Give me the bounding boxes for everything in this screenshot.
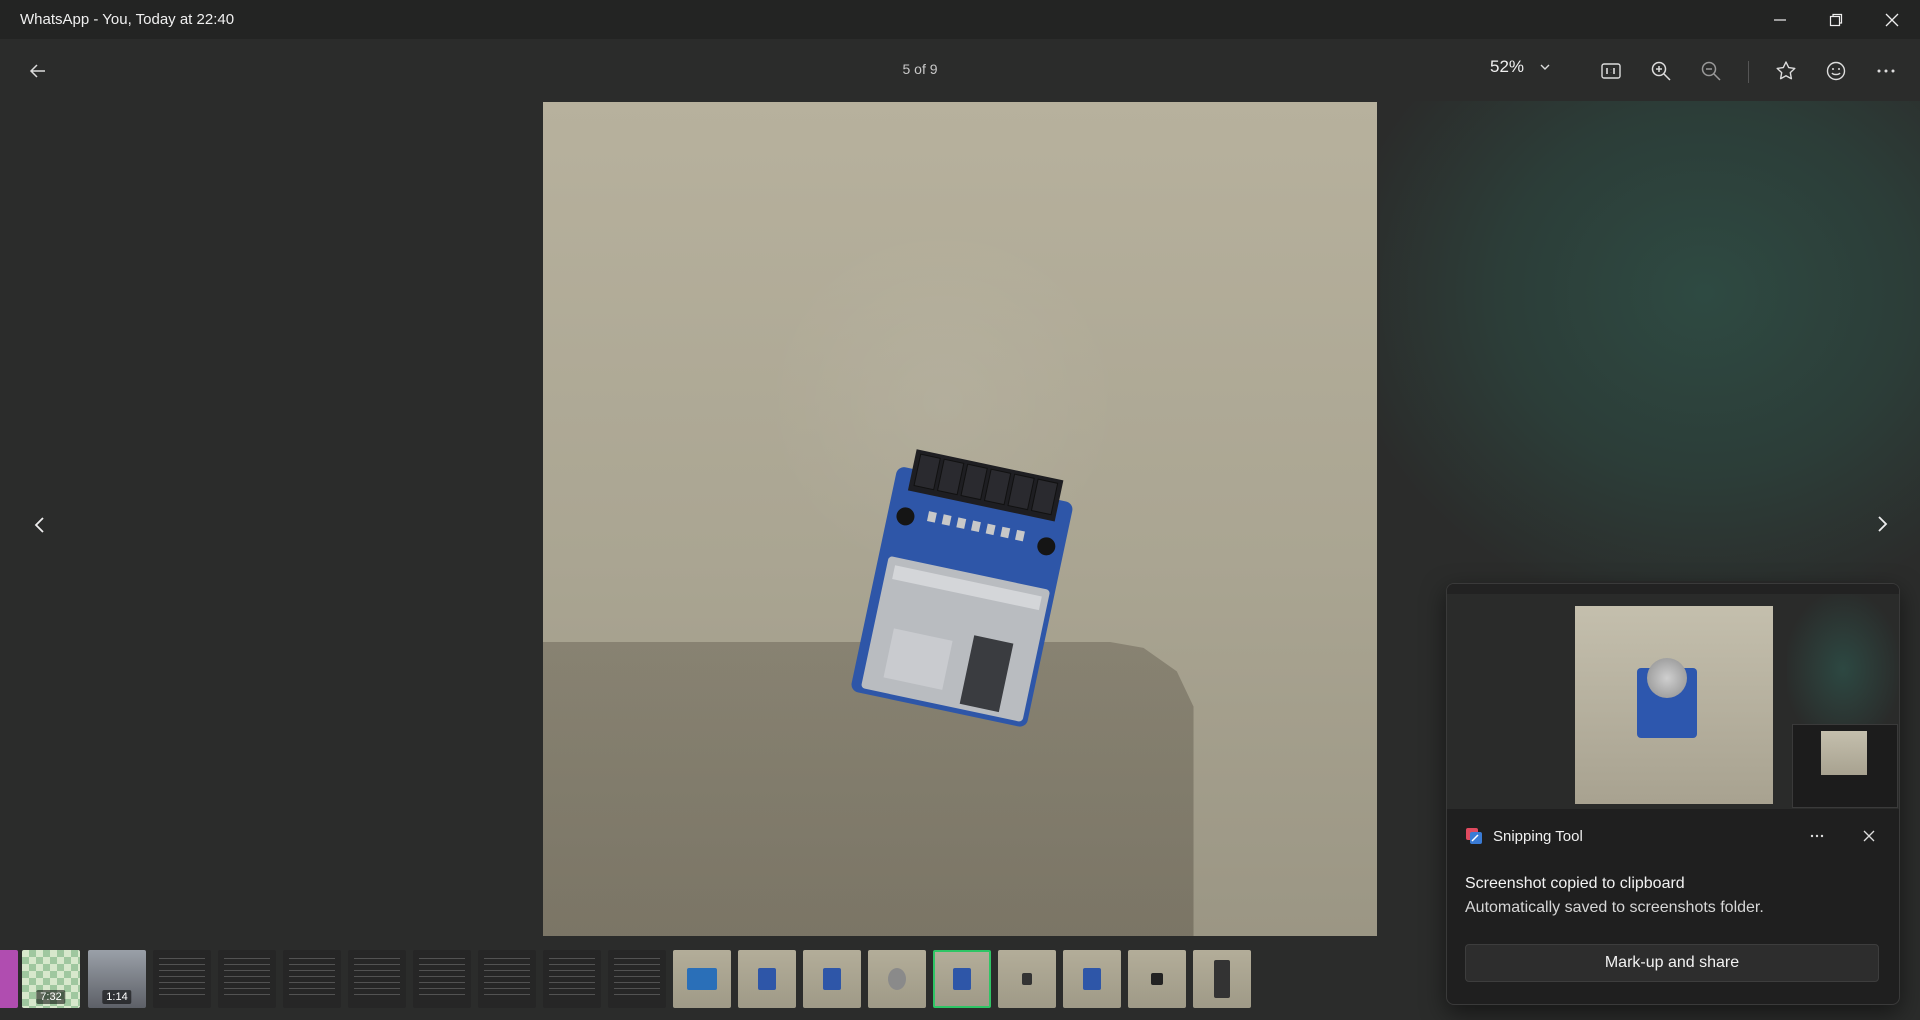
star-icon (1776, 61, 1796, 80)
reaction-button[interactable] (1822, 57, 1850, 85)
thumbnail-object (1022, 973, 1032, 985)
more-icon (1877, 69, 1895, 73)
actual-size-button[interactable] (1597, 57, 1625, 85)
ambient-background (1380, 101, 1920, 581)
thumbnail-object (1083, 968, 1101, 990)
screenshot-preview[interactable] (1447, 584, 1899, 809)
notification-app-name: Snipping Tool (1493, 827, 1583, 845)
minimize-icon (1774, 18, 1786, 21)
video-duration: 7:32 (36, 990, 66, 1004)
next-image-button[interactable] (1864, 506, 1900, 542)
preview-toast (1792, 724, 1898, 808)
thumbnail-item[interactable] (478, 950, 536, 1008)
thumbnail-item[interactable] (413, 950, 471, 1008)
thumbnail-item[interactable] (673, 950, 731, 1008)
preview-toast-image (1821, 731, 1867, 775)
thumbnail-object (888, 968, 906, 990)
close-window-button[interactable] (1864, 0, 1920, 39)
back-button[interactable] (22, 55, 54, 87)
arrow-left-icon (29, 64, 45, 78)
title-bar: WhatsApp - You, Today at 22:40 (0, 0, 1920, 39)
window-title: WhatsApp - You, Today at 22:40 (20, 11, 235, 28)
close-icon (1863, 830, 1875, 842)
preview-titlebar (1447, 584, 1899, 594)
toolbar-divider (1748, 61, 1749, 83)
snipping-tool-icon (1466, 828, 1482, 844)
previous-image-button[interactable] (22, 507, 58, 543)
markup-and-share-button[interactable]: Mark-up and share (1465, 944, 1879, 982)
chevron-right-icon (1878, 516, 1888, 532)
zoom-out-icon (1701, 61, 1721, 81)
thumbnail-item[interactable] (348, 950, 406, 1008)
zoom-out-button[interactable] (1697, 57, 1725, 85)
notification-close-button[interactable] (1855, 822, 1883, 850)
thumbnail-item[interactable] (283, 950, 341, 1008)
thumbnail-item[interactable] (998, 950, 1056, 1008)
more-icon (1810, 834, 1824, 838)
close-icon (1885, 13, 1899, 26)
window-controls (1752, 0, 1920, 39)
thumbnail-object (823, 968, 841, 990)
thumbnail-item[interactable] (1193, 950, 1251, 1008)
zoom-level: 52% (1490, 57, 1525, 76)
minimize-button[interactable] (1752, 0, 1808, 39)
1-to-1-icon (1601, 63, 1621, 79)
image-counter: 5 of 9 (902, 61, 938, 77)
thumbnail-item[interactable] (1063, 950, 1121, 1008)
preview-glow (1787, 594, 1899, 744)
zoom-in-button[interactable] (1647, 57, 1675, 85)
thumbnail-item[interactable] (738, 950, 796, 1008)
notification-body: Automatically saved to screenshots folde… (1465, 899, 1764, 916)
main-photo (543, 102, 1377, 936)
restore-button[interactable] (1808, 0, 1864, 39)
zoom-dropdown[interactable]: 52% (1490, 57, 1552, 77)
notification-title: Screenshot copied to clipboard (1465, 875, 1685, 892)
viewer-toolbar: 5 of 9 52% (0, 39, 1920, 101)
thumbnail-object (1214, 960, 1230, 998)
restore-icon (1829, 13, 1843, 26)
sd-card-module (851, 449, 1073, 727)
thumbnail-object (687, 968, 717, 990)
thumbnail-item[interactable] (1128, 950, 1186, 1008)
thumbnail-item[interactable] (868, 950, 926, 1008)
emoji-icon (1826, 61, 1846, 81)
chevron-left-icon (34, 517, 44, 533)
preview-sensor (1637, 658, 1697, 738)
snipping-tool-notification[interactable]: Snipping Tool Screenshot copied to clipb… (1446, 583, 1900, 1005)
thumbnail-item[interactable] (543, 950, 601, 1008)
filmstrip: 7:32 1:14 (0, 950, 1260, 1010)
notification-header: Snipping Tool (1465, 827, 1583, 845)
more-options-button[interactable] (1872, 57, 1900, 85)
zoom-in-icon (1651, 61, 1671, 81)
thumbnail-item[interactable] (608, 950, 666, 1008)
thumbnail-object (1151, 973, 1163, 985)
notification-more-button[interactable] (1803, 822, 1831, 850)
thumbnail-item[interactable]: 1:14 (88, 950, 146, 1008)
thumbnail-item[interactable] (218, 950, 276, 1008)
thumbnail-item[interactable] (153, 950, 211, 1008)
video-duration: 1:14 (102, 990, 132, 1004)
thumbnail-item[interactable] (803, 950, 861, 1008)
thumbnail-item-selected[interactable] (933, 950, 991, 1008)
favorite-button[interactable] (1772, 57, 1800, 85)
thumbnail-object (758, 968, 776, 990)
chevron-down-icon (1540, 64, 1550, 70)
preview-photo (1575, 606, 1773, 804)
thumbnail-item[interactable]: 7:32 (22, 950, 80, 1008)
thumbnail-item[interactable] (0, 950, 18, 1008)
thumbnail-object (953, 968, 971, 990)
